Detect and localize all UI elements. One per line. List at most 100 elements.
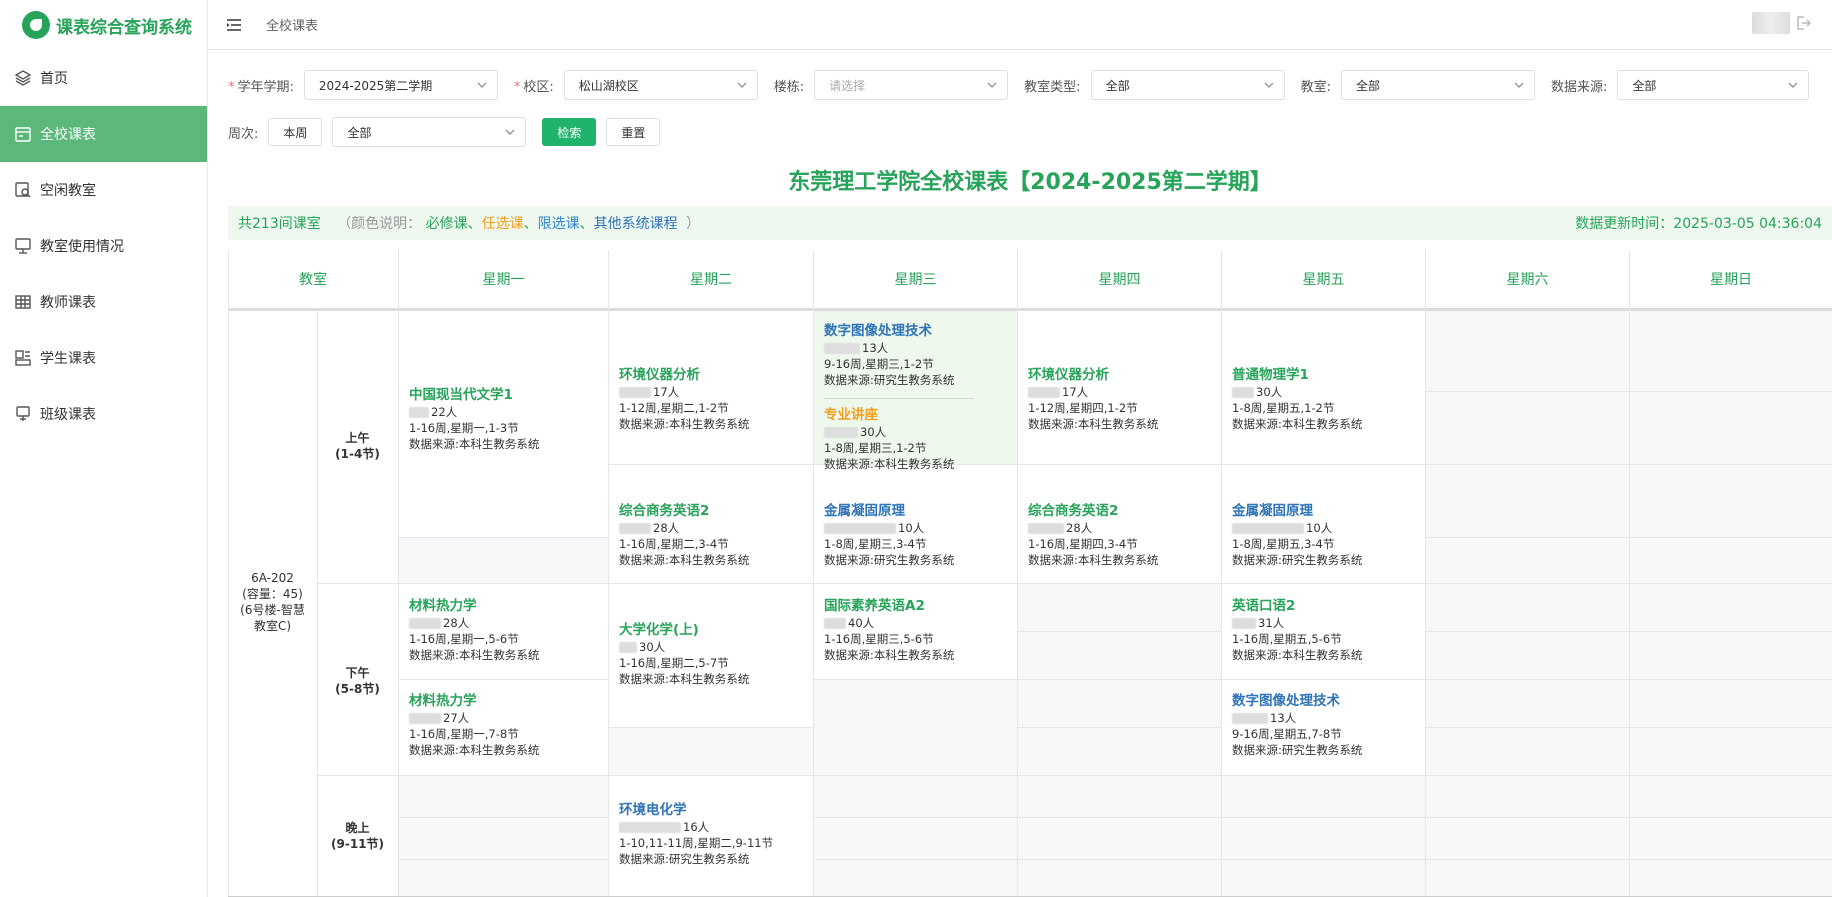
course-name[interactable]: 中国现当代文学1 bbox=[409, 387, 608, 403]
redacted-teacher bbox=[409, 407, 429, 418]
grid-line bbox=[813, 859, 1832, 860]
course-name[interactable]: 金属凝固原理 bbox=[824, 503, 1017, 519]
this-week-button[interactable]: 本周 bbox=[268, 118, 323, 146]
course-name[interactable]: 材料热力学 bbox=[409, 693, 608, 709]
course-card[interactable]: 环境电化学 16人 1-10,11-11周,星期二,9-11节 数据来源:研究生… bbox=[608, 802, 813, 867]
course-count: 16人 bbox=[683, 820, 710, 834]
empty-cell bbox=[398, 775, 608, 897]
course-card[interactable]: 金属凝固原理 10人 1-8周,星期五,3-4节 数据来源:研究生教务系统 bbox=[1221, 503, 1425, 568]
course-name[interactable]: 环境电化学 bbox=[619, 802, 813, 818]
app-logo[interactable]: 课表综合查询系统 bbox=[0, 0, 207, 50]
grid-line bbox=[317, 775, 1832, 776]
campus-select-value: 松山湖校区 bbox=[578, 78, 639, 93]
course-name[interactable]: 大学化学(上) bbox=[619, 622, 813, 638]
building-select[interactable]: 请选择 bbox=[814, 70, 1009, 100]
course-card[interactable]: 大学化学(上) 30人 1-16周,星期二,5-7节 数据来源:本科生教务系统 bbox=[608, 622, 813, 687]
course-name[interactable]: 专业讲座 bbox=[824, 407, 1017, 423]
course-card[interactable]: 材料热力学 27人 1-16周,星期一,7-8节 数据来源:本科生教务系统 bbox=[398, 693, 608, 758]
course-card[interactable]: 数字图像处理技术 13人 9-16周,星期三,1-2节 数据来源:研究生教务系统 bbox=[813, 323, 1017, 388]
week-select[interactable]: 全部 bbox=[332, 117, 527, 147]
course-time: 9-16周,星期三,1-2节 bbox=[824, 357, 934, 371]
sidebar-item-school-schedule[interactable]: 全校课表 bbox=[0, 106, 207, 162]
course-card[interactable]: 专业讲座 30人 1-8周,星期三,1-2节 数据来源:本科生教务系统 bbox=[813, 407, 1017, 472]
course-source: 数据来源:本科生教务系统 bbox=[619, 417, 750, 431]
avatar[interactable] bbox=[1752, 12, 1790, 34]
course-name[interactable]: 综合商务英语2 bbox=[1028, 503, 1221, 519]
course-source: 数据来源:本科生教务系统 bbox=[1232, 417, 1363, 431]
course-card[interactable]: 数字图像处理技术 13人 9-16周,星期五,7-8节 数据来源:研究生教务系统 bbox=[1221, 693, 1425, 758]
course-count: 31人 bbox=[1258, 616, 1285, 630]
room-select[interactable]: 全部 bbox=[1340, 70, 1535, 100]
chevron-down-icon bbox=[505, 129, 515, 136]
redacted-teacher bbox=[619, 822, 681, 833]
course-name[interactable]: 综合商务英语2 bbox=[619, 503, 813, 519]
course-count-row: 10人 bbox=[824, 520, 1017, 536]
course-card[interactable]: 综合商务英语2 28人 1-16周,星期二,3-4节 数据来源:本科生教务系统 bbox=[608, 503, 813, 568]
sidebar-item-teacher-schedule[interactable]: 教师课表 bbox=[0, 274, 207, 330]
course-time: 1-16周,星期一,5-6节 bbox=[409, 632, 519, 646]
reset-button[interactable]: 重置 bbox=[606, 118, 661, 146]
term-select[interactable]: 2024-2025第二学期 bbox=[303, 70, 498, 100]
room-type-select[interactable]: 全部 bbox=[1090, 70, 1285, 100]
course-card[interactable]: 综合商务英语2 28人 1-16周,星期四,3-4节 数据来源:本科生教务系统 bbox=[1017, 503, 1221, 568]
course-time: 1-16周,星期一,1-3节 bbox=[409, 421, 519, 435]
grid-line bbox=[1425, 537, 1832, 538]
grid-line bbox=[317, 583, 1832, 584]
term-label: * 学年学期: bbox=[228, 76, 294, 95]
grid-line bbox=[1017, 250, 1018, 897]
course-count-row: 30人 bbox=[1232, 384, 1425, 400]
course-name[interactable]: 环境仪器分析 bbox=[1028, 367, 1221, 383]
data-source-select-value: 全部 bbox=[1632, 78, 1657, 93]
sidebar-item-room-usage[interactable]: 教室使用情况 bbox=[0, 218, 207, 274]
course-card[interactable]: 国际素养英语A2 40人 1-16周,星期三,5-6节 数据来源:本科生教务系统 bbox=[813, 598, 1017, 663]
sidebar-item-student-schedule[interactable]: 学生课表 bbox=[0, 330, 207, 386]
grid-line bbox=[813, 817, 1832, 818]
sidebar-item-class-schedule[interactable]: 班级课表 bbox=[0, 386, 207, 442]
course-card[interactable]: 英语口语2 31人 1-16周,星期五,5-6节 数据来源:本科生教务系统 bbox=[1221, 598, 1425, 663]
grid-line bbox=[398, 817, 608, 818]
data-source-select[interactable]: 全部 bbox=[1617, 70, 1810, 100]
course-card[interactable]: 环境仪器分析 17人 1-12周,星期二,1-2节 数据来源:本科生教务系统 bbox=[608, 367, 813, 432]
course-card[interactable]: 中国现当代文学1 22人 1-16周,星期一,1-3节 数据来源:本科生教务系统 bbox=[398, 387, 608, 452]
term-select-value: 2024-2025第二学期 bbox=[318, 78, 433, 93]
grid-line bbox=[1017, 727, 1221, 728]
period-range: (1-4节) bbox=[335, 447, 380, 461]
course-name[interactable]: 普通物理学1 bbox=[1232, 367, 1425, 383]
course-name[interactable]: 金属凝固原理 bbox=[1232, 503, 1425, 519]
course-card[interactable]: 金属凝固原理 10人 1-8周,星期三,3-4节 数据来源:研究生教务系统 bbox=[813, 503, 1017, 568]
course-card[interactable]: 材料热力学 28人 1-16周,星期一,5-6节 数据来源:本科生教务系统 bbox=[398, 598, 608, 663]
grid-line bbox=[317, 311, 318, 897]
course-count-row: 40人 bbox=[824, 615, 1017, 631]
course-count: 30人 bbox=[860, 425, 887, 439]
menu-toggle-icon[interactable] bbox=[226, 17, 242, 33]
course-name[interactable]: 环境仪器分析 bbox=[619, 367, 813, 383]
legend-close: ） bbox=[686, 216, 701, 232]
sidebar-item-label: 学生课表 bbox=[40, 351, 96, 367]
sidebar-item-free-rooms[interactable]: 空闲教室 bbox=[0, 162, 207, 218]
grid-line bbox=[398, 679, 608, 680]
course-source: 数据来源:研究生教务系统 bbox=[1232, 553, 1363, 567]
course-name[interactable]: 数字图像处理技术 bbox=[1232, 693, 1425, 709]
campus-select[interactable]: 松山湖校区 bbox=[563, 70, 758, 100]
course-name[interactable]: 英语口语2 bbox=[1232, 598, 1425, 614]
course-time: 1-12周,星期二,1-2节 bbox=[619, 401, 729, 415]
course-name[interactable]: 材料热力学 bbox=[409, 598, 608, 614]
legend-limited: 限选课 bbox=[537, 216, 580, 232]
user-area bbox=[1752, 12, 1812, 34]
search-button[interactable]: 检索 bbox=[542, 118, 597, 146]
chevron-down-icon bbox=[477, 82, 487, 89]
sidebar-item-home[interactable]: 首页 bbox=[0, 50, 207, 106]
course-card[interactable]: 普通物理学1 30人 1-8周,星期五,1-2节 数据来源:本科生教务系统 bbox=[1221, 367, 1425, 432]
course-time: 1-16周,星期三,5-6节 bbox=[824, 632, 934, 646]
logout-icon[interactable] bbox=[1794, 14, 1812, 32]
legend-optional: 任选课 bbox=[481, 216, 524, 232]
course-source: 数据来源:本科生教务系统 bbox=[409, 437, 540, 451]
course-card[interactable]: 环境仪器分析 17人 1-12周,星期四,1-2节 数据来源:本科生教务系统 bbox=[1017, 367, 1221, 432]
room-select-value: 全部 bbox=[1355, 78, 1380, 93]
course-name[interactable]: 国际素养英语A2 bbox=[824, 598, 1017, 614]
layers-icon bbox=[14, 70, 32, 86]
week-label: 周次: bbox=[228, 126, 259, 142]
redacted-teacher bbox=[619, 642, 637, 653]
course-name[interactable]: 数字图像处理技术 bbox=[824, 323, 1017, 339]
breadcrumb[interactable]: 全校课表 bbox=[266, 15, 318, 34]
